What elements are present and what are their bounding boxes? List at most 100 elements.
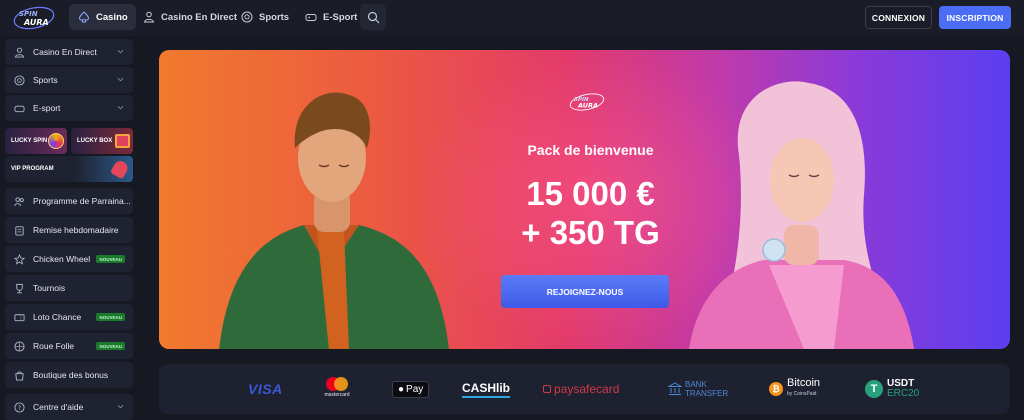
sidebar-item-label: Loto Chance: [33, 312, 82, 322]
bonus-amount: 15 000 € + 350 TG: [459, 174, 722, 252]
sidebar-item-label: Boutique des bonus: [33, 370, 109, 380]
gift-box-icon: [115, 134, 130, 148]
payment-methods-strip: VISA mastercard ● Pay CASHlib paysafecar…: [159, 364, 1010, 414]
tab-casino-label: Casino: [96, 11, 128, 23]
sidebar-item-help-center[interactable]: ? Centre d'aide: [5, 394, 133, 420]
tab-esport-label: E-Sport: [323, 11, 358, 23]
sidebar: Casino En Direct Sports E-sport LUCKY SP…: [0, 36, 140, 420]
lock-icon: [543, 385, 551, 393]
chevron-down-icon: [117, 404, 124, 409]
sidebar-item-sports[interactable]: Sports: [5, 67, 133, 93]
svg-text:?: ?: [18, 403, 21, 411]
visa-logo: VISA: [248, 378, 283, 400]
bank-transfer-logo: BANK TRANSFER: [668, 378, 728, 400]
sidebar-item-chicken-wheel[interactable]: Chicken Wheel NOUVEAU: [5, 246, 133, 272]
sidebar-item-label: Casino En Direct: [33, 47, 97, 57]
cashlib-logo: CASHlib: [462, 378, 510, 400]
search-button[interactable]: [360, 4, 386, 30]
mastercard-icon: [326, 377, 348, 391]
spade-icon: [77, 11, 90, 24]
sidebar-item-label: Chicken Wheel: [33, 254, 91, 264]
tab-esport[interactable]: E-Sport: [296, 4, 365, 30]
wheel-icon: [48, 133, 64, 149]
new-badge: NOUVEAU: [96, 255, 125, 263]
gamepad-icon: [304, 11, 317, 24]
welcome-pack-title: Pack de bienvenue: [527, 142, 654, 158]
mastercard-text: mastercard: [324, 392, 350, 398]
spin-aura-logo: SPIN AURA: [569, 93, 605, 111]
tab-sports[interactable]: Sports: [232, 4, 297, 30]
sidebar-item-tournaments[interactable]: Tournois: [5, 275, 133, 301]
sidebar-item-label: Roue Folle: [33, 341, 75, 351]
promo-vip-label: VIP PROGRAM: [11, 166, 54, 172]
dealer-icon: [142, 11, 155, 24]
svg-text:SPIN: SPIN: [19, 10, 38, 18]
login-button[interactable]: CONNEXION: [865, 6, 932, 29]
apple-pay-logo: ● Pay: [392, 378, 430, 400]
coinspaid-text: by CoinsPaid: [787, 391, 817, 397]
bonus-amount-line2: + 350 TG: [521, 214, 660, 251]
sidebar-item-esport[interactable]: E-sport: [5, 95, 133, 121]
sidebar-item-roue-folle[interactable]: Roue Folle NOUVEAU: [5, 333, 133, 359]
dealer-icon: [14, 47, 25, 58]
tether-icon: T: [865, 380, 883, 398]
ball-icon: [14, 74, 25, 86]
visa-text: VISA: [248, 381, 283, 397]
mastercard-logo: mastercard: [324, 376, 350, 404]
signup-button[interactable]: INSCRIPTION: [939, 6, 1011, 29]
apple-icon: ●: [398, 383, 405, 395]
top-navigation-bar: SPIN AURA Casino Casino En Direct Sports…: [0, 0, 1024, 36]
bitcoin-icon: ₿: [769, 382, 783, 396]
sidebar-item-bonus-shop[interactable]: Boutique des bonus: [5, 362, 133, 388]
welcome-banner[interactable]: SPIN AURA Pack de bienvenue 15 000 € + 3…: [159, 50, 1010, 349]
tab-live-casino[interactable]: Casino En Direct: [134, 4, 245, 30]
bank-icon: [668, 382, 682, 395]
sidebar-item-label: E-sport: [33, 103, 61, 113]
wheel-icon: [14, 340, 25, 352]
chevron-down-icon: [117, 105, 124, 110]
sidebar-item-weekly-cashback[interactable]: Remise hebdomadaire: [5, 217, 133, 243]
bank-transfer-line1: BANK: [685, 380, 707, 389]
promo-lucky-spin[interactable]: LUCKY SPIN: [5, 128, 67, 154]
spin-aura-logo[interactable]: SPIN AURA: [12, 6, 56, 30]
new-badge: NOUVEAU: [96, 342, 125, 350]
ticket-icon: [14, 312, 25, 323]
sidebar-item-live-casino[interactable]: Casino En Direct: [5, 39, 133, 65]
help-icon: ?: [14, 401, 25, 413]
cashlib-text: CASHlib: [462, 381, 510, 398]
sidebar-item-referral[interactable]: Programme de Parraina...: [5, 188, 133, 214]
chevron-down-icon: [117, 77, 124, 82]
bitcoin-logo: ₿ Bitcoin by CoinsPaid: [769, 378, 820, 400]
bonus-amount-line1: 15 000 €: [526, 175, 655, 212]
sidebar-item-label: Programme de Parraina...: [33, 196, 131, 206]
sidebar-item-loto-chance[interactable]: Loto Chance NOUVEAU: [5, 304, 133, 330]
join-us-button[interactable]: REJOIGNEZ-NOUS: [501, 275, 669, 308]
bitcoin-text: Bitcoin: [787, 377, 821, 389]
sidebar-item-label: Remise hebdomadaire: [33, 225, 119, 235]
usdt-logo: T USDT ERC20: [865, 378, 919, 400]
shop-icon: [14, 370, 25, 381]
promo-vip-program[interactable]: VIP PROGRAM: [5, 156, 133, 182]
gamepad-icon: [14, 103, 25, 114]
tab-casino[interactable]: Casino: [69, 4, 136, 30]
sidebar-item-label: Centre d'aide: [33, 402, 84, 412]
promo-lucky-box[interactable]: LUCKY BOX: [71, 128, 133, 154]
tab-sports-label: Sports: [259, 11, 290, 23]
cashback-icon: [14, 225, 25, 236]
star-icon: [14, 253, 25, 265]
rocket-icon: [109, 158, 131, 180]
erc20-text: ERC20: [887, 388, 920, 399]
new-badge: NOUVEAU: [96, 313, 125, 321]
tab-live-casino-label: Casino En Direct: [161, 11, 238, 23]
svg-text:AURA: AURA: [23, 18, 49, 27]
trophy-icon: [14, 283, 25, 294]
promo-lucky-box-label: LUCKY BOX: [77, 138, 113, 144]
man-illustration: [219, 92, 449, 349]
bank-transfer-line2: TRANSFER: [685, 389, 729, 398]
sidebar-item-label: Sports: [33, 75, 58, 85]
paysafecard-text: paysafecard: [554, 382, 620, 396]
paysafecard-logo: paysafecard: [543, 378, 619, 400]
promo-lucky-spin-label: LUCKY SPIN: [11, 138, 48, 144]
chevron-down-icon: [117, 49, 124, 54]
search-icon: [367, 11, 379, 23]
